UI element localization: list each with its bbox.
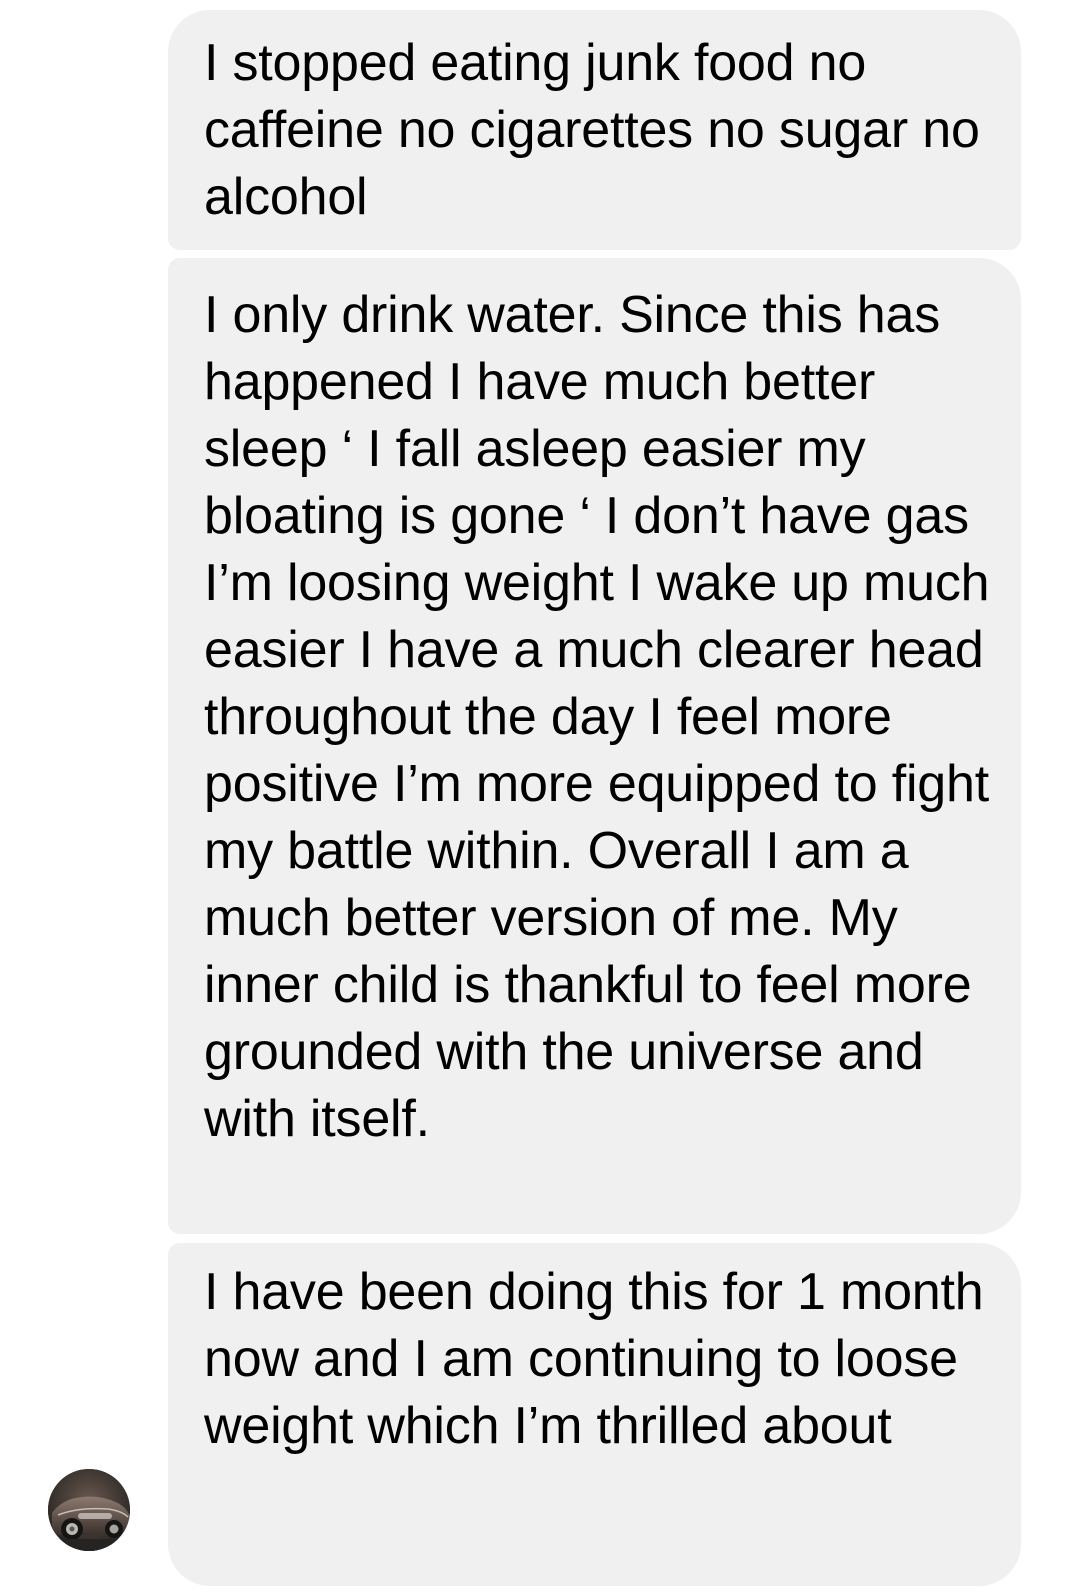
message-text: I stopped eating junk food no caffeine n… [204,34,980,226]
message-text: I only drink water. Since this has happe… [204,286,990,1148]
message-bubble[interactable]: I only drink water. Since this has happe… [168,258,1021,1234]
message-thread: I stopped eating junk food no caffeine n… [0,0,1072,1595]
message-text: I have been doing this for 1 month now a… [204,1263,984,1455]
message-bubble[interactable]: I stopped eating junk food no caffeine n… [168,10,1021,250]
vintage-car-avatar-icon [48,1469,130,1551]
message-bubble[interactable]: I have been doing this for 1 month now a… [168,1243,1021,1586]
sender-avatar[interactable] [48,1469,130,1551]
